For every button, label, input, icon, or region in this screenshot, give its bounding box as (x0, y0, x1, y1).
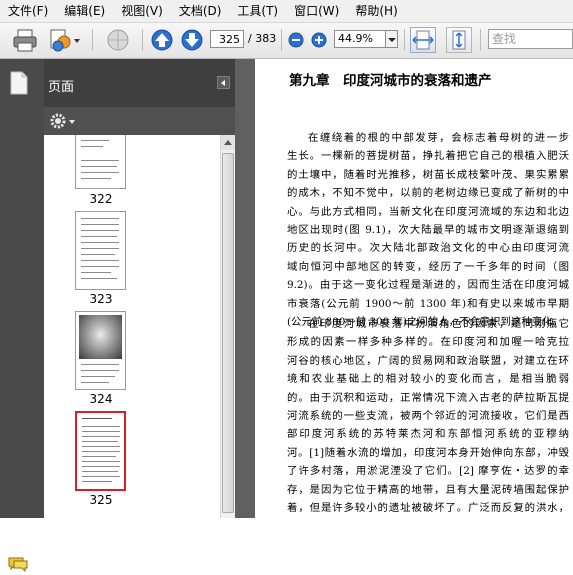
fit-page-button[interactable] (446, 27, 472, 53)
menu-tools[interactable]: 工具(T) (229, 0, 286, 22)
text-line: 心。与此方式相同，当新文化在印度河流域的东边和北边 (287, 205, 569, 218)
fit-width-button[interactable] (410, 27, 436, 53)
arrow-down-icon (181, 29, 203, 51)
globe-icon (107, 29, 129, 51)
text-line: 境和农业基础上的相对较小的变化而言，是相当脆弱 (287, 373, 569, 386)
previous-page-button[interactable] (150, 27, 174, 53)
thumbnails-header: 页面 (44, 59, 235, 107)
menu-bar: 文件(F) 编辑(E) 视图(V) 文档(D) 工具(T) 窗口(W) 帮助(H… (0, 0, 573, 23)
document-view: 第九章 印度河城市的衰落和遗产 在缠绕着的根的中部发芽，会标志着母树的进一步生长… (255, 59, 573, 518)
text-line: 形成的因素一样多种多样的。在印度河和加喔一哈克拉 (287, 336, 569, 349)
pages-tab[interactable] (9, 71, 29, 95)
text-line: 河谷的核心地区，广阔的贸易网和政治联盟，对建立在环 (287, 354, 569, 367)
comment-icon (8, 557, 28, 573)
text-line: 存，是因为它位于精高的地带，且有大量泥砖墙围起保护 (287, 483, 569, 496)
toolbar: 325 / 383 44.9% 查找 (0, 23, 573, 59)
zoom-level-input[interactable]: 44.9% (334, 30, 386, 48)
zoom-in-icon (311, 32, 327, 48)
thumbnail-page-324[interactable] (75, 311, 126, 390)
panel-title: 页面 (48, 80, 75, 95)
text-line: 地区出现时(图 9.1)，次大陆最早的城市文明逐渐退缩到 (287, 223, 569, 236)
next-page-button[interactable] (180, 27, 204, 53)
printer-icon (13, 29, 37, 52)
text-line: 9.2)。由于这一变化过程是渐进的，因而生活在印度河城 (287, 279, 569, 292)
thumbnails-list: 322 323 324 325 (44, 135, 220, 518)
text-line: 的成木，不知不觉中，以前的老树边缘已变成了新树的中 (287, 187, 569, 200)
chapter-title: 第九章 印度河城市的衰落和遗产 (289, 73, 492, 89)
review-icon (50, 29, 80, 52)
zoom-out-icon (288, 32, 304, 48)
text-line: 部印度河系统的苏特莱杰河和东部恒河系统的亚穆纳 (287, 428, 569, 441)
options-button[interactable] (48, 111, 78, 131)
comments-tab[interactable] (8, 556, 28, 573)
zoom-dropdown-button[interactable] (386, 30, 398, 48)
text-line: 的土壤中，随着时光推移，树苗长成枝繁叶茂、果实累累 (287, 168, 569, 181)
thumbnail-label: 324 (89, 392, 113, 406)
text-line: 历史的长河中。次大陆北部政治文化的中心由印度河流 (287, 242, 569, 255)
paragraph-1: 在缠绕着的根的中部发芽，会标志着母树的进一步生长。一棵新的菩提树苗，挣扎着把它自… (287, 129, 569, 331)
thumbnail-page-325[interactable] (75, 411, 126, 491)
page-number-input[interactable]: 325 (210, 30, 244, 48)
text-line: 了许多村落，用淤泥湮没了它们。[2] 摩亨佐・达罗的幸 (287, 465, 569, 478)
zoom-out-button[interactable] (287, 27, 305, 53)
text-line: 市衰落(公元前 1900～前 1300 年)和有史以来城市早期 (287, 297, 569, 310)
collaborate-button[interactable] (104, 27, 132, 53)
review-button[interactable] (45, 27, 81, 53)
thumbnails-scrollbar[interactable] (220, 135, 235, 518)
scroll-thumb[interactable] (222, 153, 234, 513)
menu-document[interactable]: 文档(D) (171, 0, 230, 22)
collapse-panel-button[interactable] (217, 76, 230, 89)
thumbnail-label: 325 (89, 493, 113, 507)
gear-icon (50, 113, 75, 129)
pane-splitter[interactable] (235, 59, 255, 518)
thumbnail-label: 323 (89, 292, 113, 306)
thumbnails-panel: 页面 322 323 324 325 (44, 59, 235, 518)
thumbnail-label: 322 (89, 192, 113, 206)
scroll-up-button[interactable] (221, 135, 235, 150)
text-line: 在印度河城市衰落中扮演角色的因素，是同刚瓶它 (308, 318, 569, 330)
menu-file[interactable]: 文件(F) (0, 0, 56, 22)
pages-icon (10, 71, 28, 95)
text-line: 河。[1]随着水流的增加，印度河本身开始伸向东部，冲毁 (287, 446, 569, 459)
fit-page-icon (452, 30, 466, 50)
thumbnail-photo (79, 315, 122, 359)
paragraph-2: 在印度河城市衰落中扮演角色的因素，是同刚瓶它形成的因素一样多种多样的。在印度河和… (287, 315, 569, 518)
text-line: 河流系统的一些支流，被两个邻近的河流接收，它们是西 (287, 409, 569, 422)
arrow-up-icon (151, 29, 173, 51)
print-button[interactable] (11, 27, 39, 53)
page-total: / 383 (248, 32, 277, 45)
text-line: 域向恒河中部地区的转变，经历了一千多年的时间（图 (287, 260, 569, 273)
text-line: 的。由于沉积和运动，正常情况下流入古老的萨拉斯瓦提 (287, 391, 569, 404)
menu-help[interactable]: 帮助(H) (347, 0, 405, 22)
zoom-in-button[interactable] (310, 27, 328, 53)
menu-window[interactable]: 窗口(W) (286, 0, 347, 22)
thumbnails-options-bar (44, 107, 235, 135)
text-line: 生长。一棵新的菩提树苗，挣扎着把它自己的根植入肥沃 (287, 150, 569, 163)
search-input[interactable]: 查找 (488, 29, 573, 49)
fit-width-icon (412, 30, 434, 50)
navigation-tabs (0, 59, 44, 573)
text-line: 着，但是许多较小的遗址被破坏了。广泛而反复的洪水， (287, 501, 569, 514)
thumbnail-page-322[interactable] (75, 135, 126, 189)
text-line: 在缠绕着的根的中部发芽，会标志着母树的进一步 (308, 132, 569, 144)
menu-edit[interactable]: 编辑(E) (56, 0, 113, 22)
menu-view[interactable]: 视图(V) (113, 0, 171, 22)
thumbnail-page-323[interactable] (75, 211, 126, 290)
